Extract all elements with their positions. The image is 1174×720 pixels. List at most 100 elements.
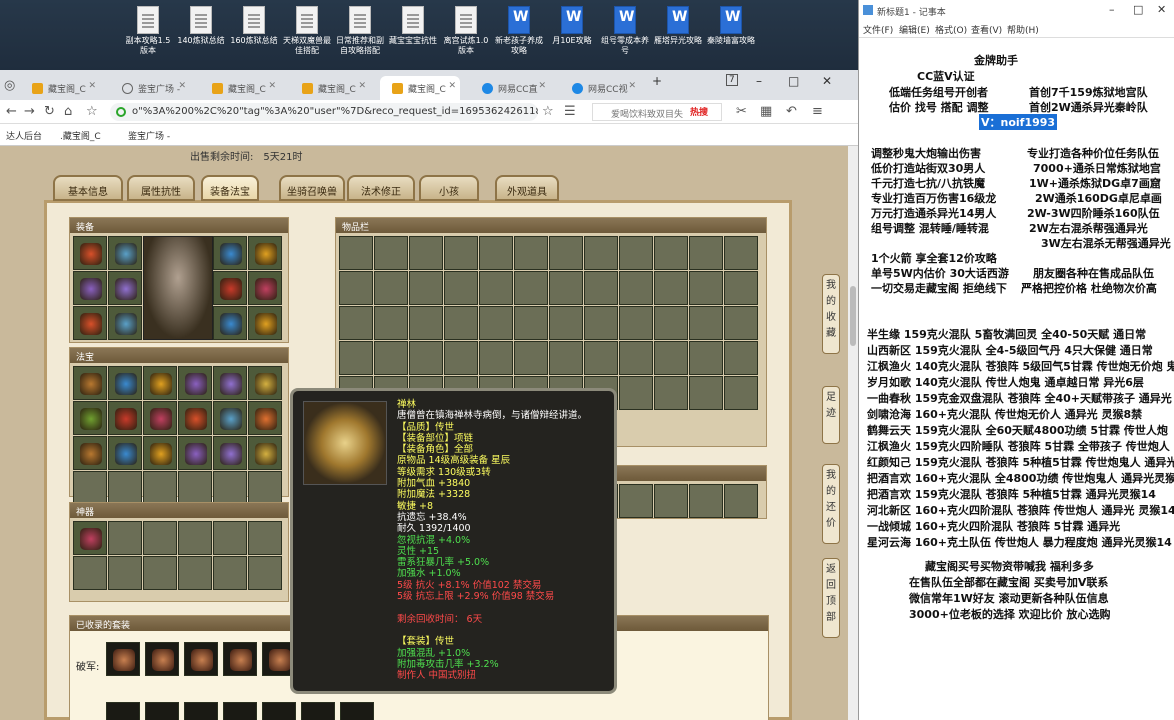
- scroll-thumb[interactable]: [850, 286, 856, 346]
- tab-close-icon[interactable]: ✕: [628, 81, 636, 91]
- item-slot[interactable]: [248, 556, 282, 590]
- item-slot[interactable]: [248, 521, 282, 555]
- suit-slot[interactable]: [145, 642, 179, 676]
- desktop-icon[interactable]: 日常推荐和副自攻略搭配: [334, 6, 386, 56]
- item-slot[interactable]: [73, 521, 107, 555]
- item-slot[interactable]: [213, 366, 247, 400]
- scissors-icon[interactable]: ✂: [736, 104, 747, 119]
- inventory-slot[interactable]: [444, 271, 478, 305]
- notepad-text-area[interactable]: 金牌助手 CC蓝V认证 低端任务组号开创者 首创7千159炼狱地宫队 估价 找号 搭配 …: [859, 40, 1174, 720]
- tab-close-icon[interactable]: ✕: [358, 81, 366, 91]
- inventory-slot[interactable]: [339, 271, 373, 305]
- np-close-icon[interactable]: ✕: [1157, 3, 1166, 16]
- url-field[interactable]: o"%3A%200%2C%20"tag"%3A%20"user"%7D&reco…: [110, 103, 538, 121]
- inventory-slot[interactable]: [724, 484, 758, 518]
- inventory-slot[interactable]: [689, 306, 723, 340]
- item-slot[interactable]: [213, 556, 247, 590]
- item-slot[interactable]: [248, 436, 282, 470]
- item-slot[interactable]: [213, 236, 247, 270]
- inventory-slot[interactable]: [549, 271, 583, 305]
- my-favorites-button[interactable]: 我的收藏: [822, 274, 840, 354]
- browser-tab[interactable]: 网易CC直 ✕: [470, 76, 550, 100]
- desktop-icon[interactable]: 140炼狱总结: [175, 6, 227, 46]
- inventory-slot[interactable]: [689, 236, 723, 270]
- item-slot[interactable]: [213, 271, 247, 305]
- menu-icon[interactable]: ☰: [564, 104, 576, 119]
- back-to-top-button[interactable]: 返回顶部: [822, 558, 840, 638]
- item-slot[interactable]: [108, 556, 142, 590]
- suit-slot[interactable]: [145, 702, 179, 720]
- inventory-slot[interactable]: [514, 271, 548, 305]
- desktop-icon[interactable]: 组号零成本养号: [599, 6, 651, 56]
- item-slot[interactable]: [248, 471, 282, 505]
- item-slot[interactable]: [213, 521, 247, 555]
- tab-6[interactable]: 小孩: [419, 175, 479, 201]
- grid-icon[interactable]: ▦: [760, 104, 772, 119]
- tab-5[interactable]: 法术修正: [347, 175, 415, 201]
- browser-tab[interactable]: 藏宝阁_C ✕: [380, 76, 460, 100]
- inventory-slot[interactable]: [619, 376, 653, 410]
- item-slot[interactable]: [73, 306, 107, 340]
- menu-item[interactable]: 文件(F): [863, 23, 893, 36]
- desktop-icon[interactable]: 离宫试炼1.0版本: [440, 6, 492, 56]
- bookmark-star-icon[interactable]: ☆: [542, 104, 554, 119]
- page-scrollbar[interactable]: [848, 146, 858, 720]
- inventory-slot[interactable]: [479, 306, 513, 340]
- suit-slot[interactable]: [106, 702, 140, 720]
- item-slot[interactable]: [143, 436, 177, 470]
- tab-4[interactable]: 坐骑召唤兽: [279, 175, 345, 201]
- item-slot[interactable]: [73, 401, 107, 435]
- browser-tab[interactable]: 鉴宝广场 - ✕: [110, 76, 190, 100]
- item-slot[interactable]: [248, 306, 282, 340]
- item-slot[interactable]: [178, 521, 212, 555]
- item-slot[interactable]: [108, 271, 142, 305]
- menu-item[interactable]: 帮助(H): [1007, 23, 1039, 36]
- inventory-slot[interactable]: [619, 341, 653, 375]
- inventory-slot[interactable]: [374, 236, 408, 270]
- suit-slot[interactable]: [106, 642, 140, 676]
- menu-item[interactable]: 编辑(E): [899, 23, 930, 36]
- suit-slot[interactable]: [223, 642, 257, 676]
- inventory-slot[interactable]: [514, 236, 548, 270]
- item-slot[interactable]: [178, 401, 212, 435]
- item-slot[interactable]: [178, 471, 212, 505]
- tab-close-icon[interactable]: ✕: [178, 81, 186, 91]
- np-minimize-icon[interactable]: –: [1109, 3, 1115, 16]
- item-slot[interactable]: [73, 436, 107, 470]
- inventory-slot[interactable]: [339, 341, 373, 375]
- inventory-slot[interactable]: [549, 341, 583, 375]
- inventory-slot[interactable]: [374, 271, 408, 305]
- item-slot[interactable]: [248, 366, 282, 400]
- item-slot[interactable]: [143, 556, 177, 590]
- menu-item[interactable]: 查看(V): [971, 23, 1002, 36]
- inventory-slot[interactable]: [689, 376, 723, 410]
- tab-count[interactable]: 7: [726, 74, 738, 86]
- inventory-slot[interactable]: [584, 271, 618, 305]
- inventory-slot[interactable]: [339, 306, 373, 340]
- maximize-icon[interactable]: □: [788, 74, 799, 88]
- inventory-slot[interactable]: [549, 306, 583, 340]
- tab-close-icon[interactable]: ✕: [88, 81, 96, 91]
- item-slot[interactable]: [73, 366, 107, 400]
- inventory-slot[interactable]: [584, 236, 618, 270]
- inventory-slot[interactable]: [444, 236, 478, 270]
- item-slot[interactable]: [248, 271, 282, 305]
- undo-icon[interactable]: ↶: [786, 104, 797, 119]
- my-offers-button[interactable]: 我的还价: [822, 464, 840, 544]
- desktop-icon[interactable]: 雁塔异光攻略: [652, 6, 704, 46]
- suit-slot[interactable]: [301, 702, 335, 720]
- item-slot[interactable]: [73, 271, 107, 305]
- item-slot[interactable]: [108, 471, 142, 505]
- inventory-slot[interactable]: [409, 271, 443, 305]
- inventory-slot[interactable]: [619, 306, 653, 340]
- inventory-slot[interactable]: [689, 484, 723, 518]
- footprint-button[interactable]: 足迹: [822, 386, 840, 444]
- item-slot[interactable]: [108, 306, 142, 340]
- new-tab-icon[interactable]: +: [652, 74, 662, 88]
- bookmark-item[interactable]: 鉴宝广场 -: [128, 129, 170, 142]
- inventory-slot[interactable]: [724, 341, 758, 375]
- inventory-slot[interactable]: [409, 306, 443, 340]
- hot-search-button[interactable]: 热搜: [690, 105, 708, 118]
- inventory-slot[interactable]: [654, 236, 688, 270]
- tab-2[interactable]: 属性抗性: [127, 175, 195, 201]
